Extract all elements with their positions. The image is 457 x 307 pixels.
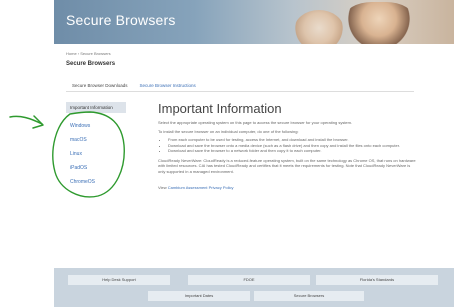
sidebar-item-ipados[interactable]: iPadOS: [66, 161, 126, 175]
content-heading: Important Information: [158, 101, 282, 116]
page-title: Secure Browsers: [66, 61, 116, 67]
main-content: Important Information Select the appropr…: [158, 101, 418, 194]
sidebar-item-important-information[interactable]: Important Information: [66, 102, 126, 113]
header-banner: Secure Browsers: [54, 0, 454, 44]
footer: Help Desk Support FDOE Florida's Standar…: [54, 268, 454, 307]
breadcrumb[interactable]: Home › Secure Browsers: [66, 51, 111, 56]
footer-fdoe-button[interactable]: FDOE: [188, 275, 310, 285]
tab-divider: [66, 91, 414, 92]
banner-photo-child: [344, 2, 414, 44]
install-paragraph: To install the secure browser on an indi…: [158, 128, 299, 134]
footer-secure-browsers-button[interactable]: Secure Browsers: [254, 291, 364, 301]
sidebar-item-macos[interactable]: macOS: [66, 133, 126, 147]
footer-help-desk-button[interactable]: Help Desk Support: [68, 275, 170, 285]
sidebar-item-linux[interactable]: Linux: [66, 147, 126, 161]
privacy-policy-link[interactable]: Cambium Assessment Privacy Policy: [168, 185, 234, 190]
sidebar-item-chromeos[interactable]: ChromeOS: [66, 175, 126, 189]
privacy-line: View Cambium Assessment Privacy Policy: [158, 185, 418, 191]
banner-photo: [294, 10, 344, 44]
sidebar-item-windows[interactable]: Windows: [66, 119, 126, 133]
cloudready-paragraph: CloudReady NeverWare: CloudReady is a re…: [158, 157, 416, 174]
privacy-prefix: View: [158, 185, 168, 190]
banner-title: Secure Browsers: [66, 12, 176, 28]
footer-important-dates-button[interactable]: Important Dates: [148, 291, 250, 301]
footer-standards-button[interactable]: Florida's Standards: [316, 275, 438, 285]
install-steps-list: From each computer to be used for testin…: [158, 137, 418, 154]
sidebar: Important Information Windows macOS Linu…: [66, 102, 126, 189]
intro-paragraph: Select the appropriate operating system …: [158, 120, 353, 125]
annotation-arrowhead-icon: [32, 115, 44, 129]
annotation-arrow-icon: [9, 115, 43, 125]
